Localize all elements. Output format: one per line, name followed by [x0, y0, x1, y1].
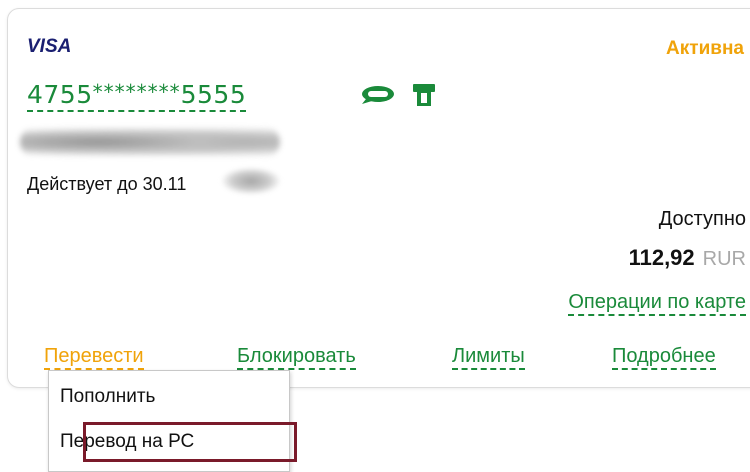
obscured-cardholder-name [20, 127, 280, 157]
card-number-link[interactable]: 4755********5555 [27, 77, 247, 112]
limits-link[interactable]: Лимиты [452, 344, 525, 370]
block-link[interactable]: Блокировать [237, 344, 356, 370]
expiry-label: Действует до 30.11 [27, 174, 187, 194]
transfer-link[interactable]: Перевести [44, 344, 144, 370]
balance-amount: 112,92 [628, 245, 695, 270]
menu-item-top-up[interactable]: Пополнить [60, 386, 155, 408]
sms-icon [362, 86, 394, 104]
balance: 112,92 RUR [629, 245, 746, 271]
card-number-suffix: 5555 [180, 80, 247, 109]
card-brand-logo: VISA [27, 36, 72, 57]
card-number-mask: ******** [92, 80, 181, 104]
card-number-prefix: 4755 [27, 80, 93, 109]
card-panel [7, 8, 750, 388]
card-status: Активна [666, 38, 744, 59]
card-operations-link[interactable]: Операции по карте [568, 290, 746, 316]
obscured-expiry-year [222, 168, 280, 194]
menu-item-transfer-to-account[interactable]: Перевод на РС [60, 431, 194, 453]
available-label: Доступно [658, 208, 746, 230]
atm-icon [413, 84, 435, 106]
balance-currency: RUR [702, 248, 746, 270]
details-link[interactable]: Подробнее [612, 344, 716, 370]
